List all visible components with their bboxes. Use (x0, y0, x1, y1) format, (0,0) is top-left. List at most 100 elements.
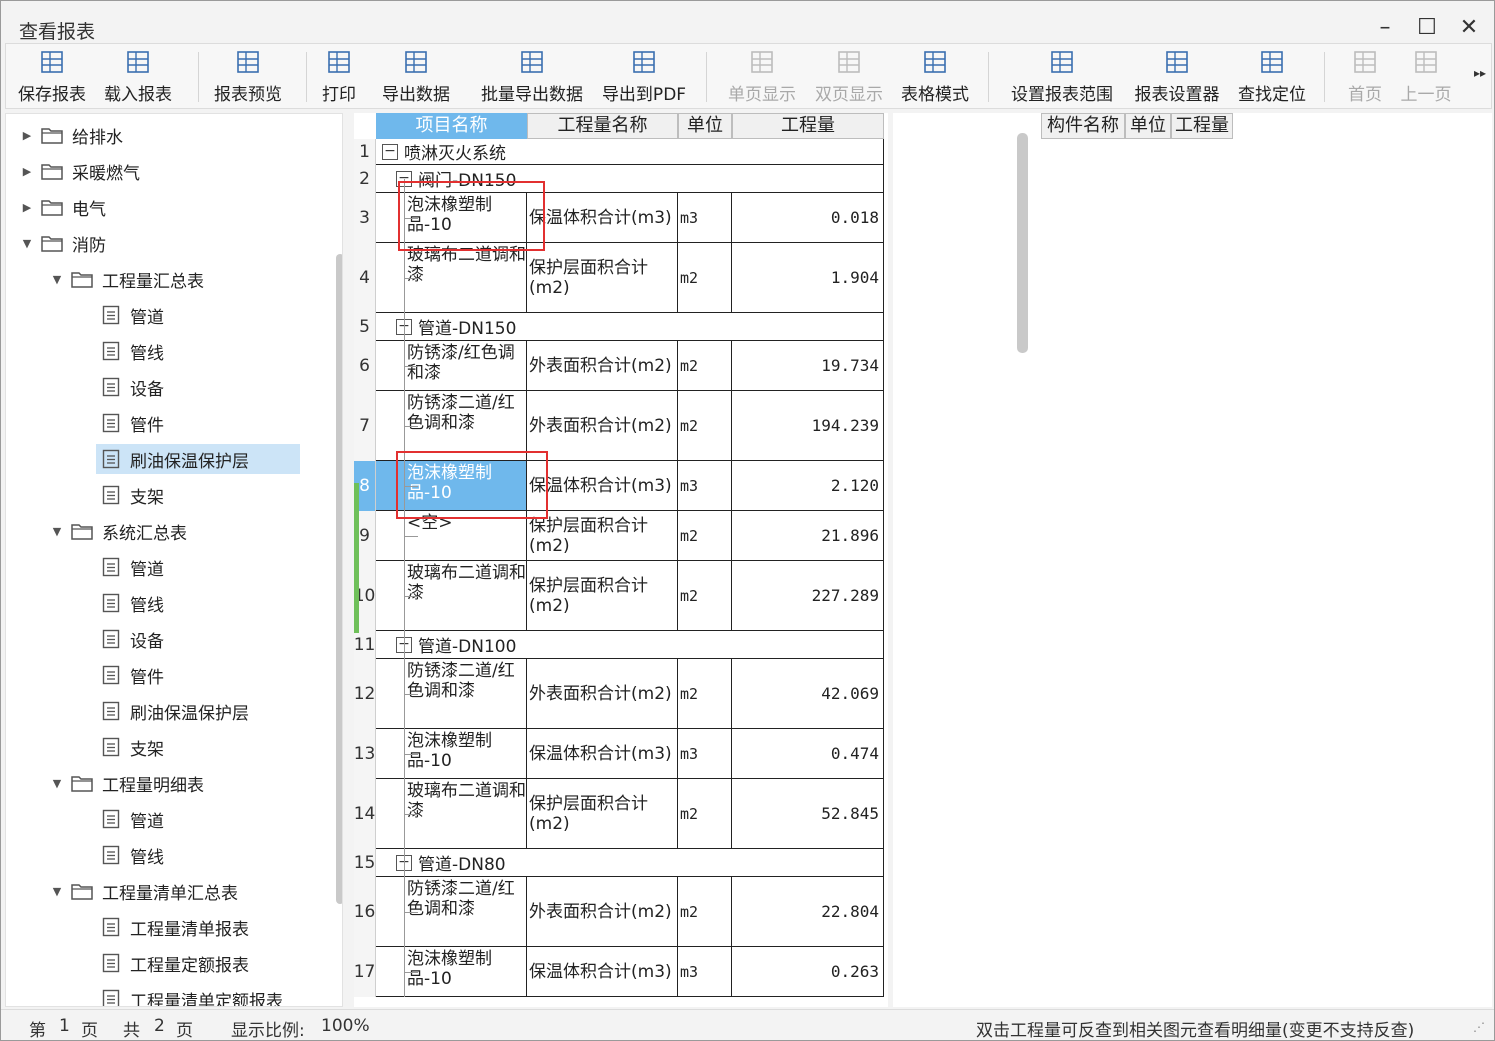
tree-item[interactable]: 设备 (96, 624, 164, 654)
tree-connector-line (404, 426, 418, 427)
toolbar-button-single-page[interactable]: 单页显示 (722, 48, 802, 106)
toolbar-button-first-page[interactable]: 首页 (1342, 48, 1388, 106)
column-header[interactable]: 单位 (678, 113, 732, 139)
expand-arrow-icon[interactable]: ▶ (20, 129, 34, 142)
tree-item[interactable]: 管线 (96, 840, 164, 870)
quantity-cell[interactable]: 0.018 (732, 193, 884, 243)
row-number[interactable]: 11 (354, 631, 376, 659)
tree-item[interactable]: 工程量清单定额报表 (96, 984, 283, 1006)
group-row[interactable]: − 喷淋灭火系统 (376, 139, 884, 165)
tree-item[interactable]: 支架 (96, 732, 164, 762)
expand-arrow-icon[interactable]: ▶ (20, 201, 34, 214)
row-number[interactable]: 13 (354, 729, 376, 779)
tree-item[interactable]: 工程量定额报表 (96, 948, 249, 978)
tree-item[interactable]: 管线 (96, 336, 164, 366)
tree-folder[interactable]: ▼ 系统汇总表 (50, 516, 187, 546)
row-number[interactable]: 17 (354, 947, 376, 997)
toolbar-button-report-range[interactable]: 设置报表范围 (1004, 48, 1120, 106)
tree-folder[interactable]: ▼ 消防 (20, 228, 106, 258)
collapse-arrow-icon[interactable]: ▼ (50, 273, 64, 286)
row-number[interactable]: 14 (354, 779, 376, 849)
toolbar-button-double-page[interactable]: 双页显示 (809, 48, 889, 106)
toolbar-button-find-locate[interactable]: 查找定位 (1233, 48, 1311, 106)
tree-folder[interactable]: ▼ 工程量明细表 (50, 768, 204, 798)
row-number[interactable]: 3 (354, 193, 376, 243)
toolbar-button-report-settings[interactable]: 报表设置器 (1128, 48, 1226, 106)
tree-folder[interactable]: ▶ 采暖燃气 (20, 156, 140, 186)
group-row[interactable]: − 阀门-DN150 (376, 165, 884, 193)
row-number[interactable]: 4 (354, 243, 376, 313)
quantity-cell[interactable]: 19.734 (732, 341, 884, 391)
detail-column-header[interactable]: 单位 (1125, 113, 1171, 139)
row-number[interactable]: 6 (354, 341, 376, 391)
quantity-cell[interactable]: 52.845 (732, 779, 884, 849)
toolbar-overflow-icon[interactable]: ▸▸ (1474, 66, 1486, 80)
quantity-name-cell: 外表面积合计(m2) (527, 341, 678, 391)
toolbar-button-batch-export[interactable]: 批量导出数据 (472, 48, 592, 106)
tree-connector-line (404, 694, 418, 695)
tree-item[interactable]: 支架 (96, 480, 164, 510)
quantity-cell[interactable]: 227.289 (732, 561, 884, 631)
row-number[interactable]: 16 (354, 877, 376, 947)
column-header[interactable]: 工程量名称 (527, 113, 678, 139)
tree-item[interactable]: 管件 (96, 660, 164, 690)
detail-column-header[interactable]: 构件名称 (1041, 113, 1125, 139)
toolbar-button-table-mode[interactable]: 表格模式 (895, 48, 975, 106)
maximize-button[interactable]: ☐ (1412, 13, 1442, 43)
toolbar-button-export-pdf[interactable]: 导出到PDF (596, 48, 692, 106)
close-button[interactable]: ✕ (1454, 13, 1484, 43)
tree-folder[interactable]: ▶ 电气 (20, 192, 106, 222)
toolbar-button-prev-page[interactable]: 上一页 (1394, 48, 1458, 106)
tree-item[interactable]: 管道 (96, 804, 164, 834)
toolbar-button-export-data[interactable]: 导出数据 (376, 48, 456, 106)
tree-item[interactable]: 管道 (96, 552, 164, 582)
group-row[interactable]: − 管道-DN150 (376, 313, 884, 341)
tree-item[interactable]: 工程量清单报表 (96, 912, 249, 942)
quantity-cell[interactable]: 1.904 (732, 243, 884, 313)
tree-item[interactable]: 管线 (96, 588, 164, 618)
group-row[interactable]: − 管道-DN100 (376, 631, 884, 659)
quantity-cell[interactable]: 0.474 (732, 729, 884, 779)
quantity-cell[interactable]: 194.239 (732, 391, 884, 461)
row-number[interactable]: 2 (354, 165, 376, 193)
row-number[interactable]: 12 (354, 659, 376, 729)
tree-item[interactable]: 设备 (96, 372, 164, 402)
row-number[interactable]: 15 (354, 849, 376, 877)
quantity-cell[interactable]: 2.120 (732, 461, 884, 511)
minimize-button[interactable]: – (1370, 13, 1400, 43)
row-number[interactable]: 7 (354, 391, 376, 461)
group-row[interactable]: − 管道-DN80 (376, 849, 884, 877)
column-header[interactable]: 工程量 (732, 113, 884, 139)
collapse-group-icon[interactable]: − (382, 143, 398, 160)
report-scrollbar[interactable] (1017, 133, 1028, 353)
tree-folder[interactable]: ▶ 给排水 (20, 120, 123, 150)
row-number[interactable]: 5 (354, 313, 376, 341)
tree-scrollbar[interactable] (336, 254, 342, 904)
tree-item[interactable]: 刷油保温保护层 (96, 696, 249, 726)
toolbar-button-preview-report[interactable]: 报表预览 (208, 48, 288, 106)
unit-cell: m3 (678, 193, 732, 243)
detail-column-header[interactable]: 工程量 (1171, 113, 1233, 139)
tree-folder[interactable]: ▼ 工程量清单汇总表 (50, 876, 238, 906)
collapse-arrow-icon[interactable]: ▼ (50, 525, 64, 538)
collapse-arrow-icon[interactable]: ▼ (20, 237, 34, 250)
tree-item[interactable]: 管道 (96, 300, 164, 330)
report-doc-icon (102, 665, 120, 685)
toolbar-button-load-report[interactable]: 载入报表 (98, 48, 178, 106)
tree-folder[interactable]: ▼ 工程量汇总表 (50, 264, 204, 294)
row-number[interactable]: 1 (354, 139, 376, 165)
quantity-cell[interactable]: 22.804 (732, 877, 884, 947)
collapse-arrow-icon[interactable]: ▼ (50, 885, 64, 898)
column-header[interactable]: 项目名称 (376, 113, 527, 139)
toolbar-button-save-report[interactable]: 保存报表 (12, 48, 92, 106)
quantity-cell[interactable]: 21.896 (732, 511, 884, 561)
quantity-cell[interactable]: 42.069 (732, 659, 884, 729)
collapse-arrow-icon[interactable]: ▼ (50, 777, 64, 790)
toolbar-button-label: 导出到PDF (601, 85, 687, 105)
toolbar-button-print[interactable]: 打印 (316, 48, 362, 106)
resize-grip-icon[interactable]: ⋰ (1473, 1020, 1485, 1034)
tree-item[interactable]: 管件 (96, 408, 164, 438)
expand-arrow-icon[interactable]: ▶ (20, 165, 34, 178)
tree-item[interactable]: 刷油保温保护层 (96, 444, 300, 474)
quantity-cell[interactable]: 0.263 (732, 947, 884, 997)
